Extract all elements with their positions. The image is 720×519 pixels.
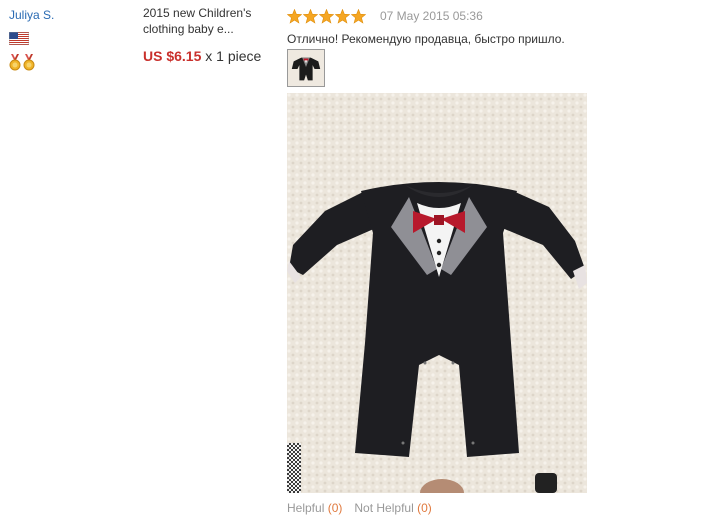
star-rating bbox=[287, 8, 366, 24]
star-icon bbox=[319, 8, 334, 24]
buyer-name-link[interactable]: Juliya S. bbox=[9, 8, 54, 22]
not-helpful-label: Not Helpful bbox=[354, 501, 414, 515]
buyer-medals bbox=[9, 54, 129, 71]
helpful-votes: Helpful (0) Not Helpful (0) bbox=[287, 501, 707, 515]
medal-icon bbox=[23, 54, 35, 71]
not-helpful-count: (0) bbox=[417, 501, 432, 515]
product-name-link[interactable]: 2015 new Children's clothing baby e... bbox=[143, 5, 273, 37]
review-date: 07 May 2015 05:36 bbox=[380, 9, 483, 23]
review-photo-thumbnail[interactable] bbox=[287, 49, 325, 87]
order-quantity: x 1 piece bbox=[205, 48, 262, 64]
medal-icon bbox=[9, 54, 21, 71]
star-icon bbox=[287, 8, 302, 24]
star-icon bbox=[351, 8, 366, 24]
review-body: 07 May 2015 05:36 Отлично! Рекомендую пр… bbox=[287, 8, 707, 515]
review-text: Отлично! Рекомендую продавца, быстро при… bbox=[287, 32, 565, 46]
us-flag-icon bbox=[9, 32, 29, 45]
not-helpful-button[interactable]: Not Helpful (0) bbox=[354, 501, 431, 515]
star-icon bbox=[303, 8, 318, 24]
helpful-label: Helpful bbox=[287, 501, 325, 515]
helpful-button[interactable]: Helpful (0) bbox=[287, 501, 342, 515]
helpful-count: (0) bbox=[327, 501, 343, 515]
product-price: US $6.15 bbox=[143, 48, 202, 64]
star-icon bbox=[335, 8, 350, 24]
rating-row: 07 May 2015 05:36 bbox=[287, 8, 707, 24]
product-info: 2015 new Children's clothing baby e... U… bbox=[143, 5, 273, 65]
buyer-info: Juliya S. bbox=[9, 8, 129, 71]
order-summary: US $6.15 x 1 piece bbox=[143, 47, 273, 65]
review-photo[interactable] bbox=[287, 93, 587, 493]
